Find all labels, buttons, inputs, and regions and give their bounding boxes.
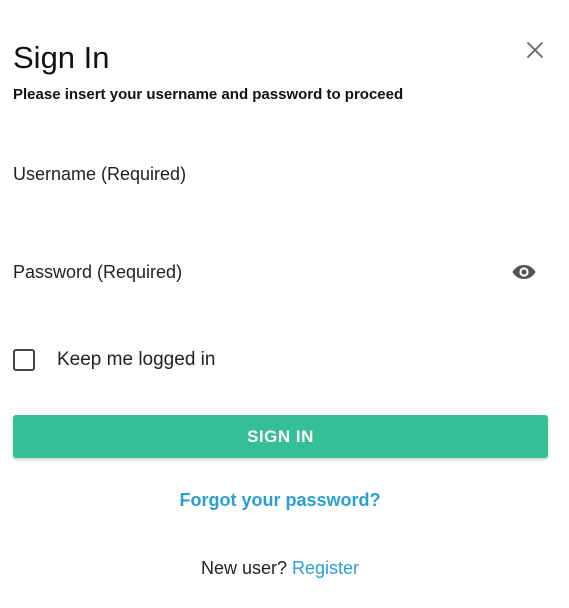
dialog-subtitle: Please insert your username and password… bbox=[13, 86, 404, 103]
keep-logged-in-option[interactable]: Keep me logged in bbox=[13, 346, 215, 374]
register-prompt: New user? Register bbox=[0, 558, 560, 579]
password-input[interactable] bbox=[13, 252, 548, 292]
keep-logged-in-label: Keep me logged in bbox=[57, 349, 216, 370]
forgot-password-link[interactable]: Forgot your password? bbox=[0, 490, 560, 511]
username-input[interactable] bbox=[13, 154, 548, 194]
password-field-container bbox=[13, 252, 548, 292]
keep-logged-in-checkbox[interactable] bbox=[13, 349, 35, 371]
close-icon bbox=[527, 42, 543, 58]
eye-icon bbox=[512, 265, 536, 279]
username-field-container bbox=[13, 154, 548, 194]
show-password-toggle[interactable] bbox=[510, 259, 538, 285]
dialog-title: Sign In bbox=[13, 40, 110, 75]
sign-in-dialog: Sign In Please insert your username and … bbox=[0, 0, 569, 608]
sign-in-button[interactable]: SIGN IN bbox=[13, 415, 548, 458]
close-button[interactable] bbox=[522, 37, 548, 63]
new-user-text: New user? bbox=[200, 558, 287, 578]
register-link[interactable]: Register bbox=[292, 558, 359, 578]
